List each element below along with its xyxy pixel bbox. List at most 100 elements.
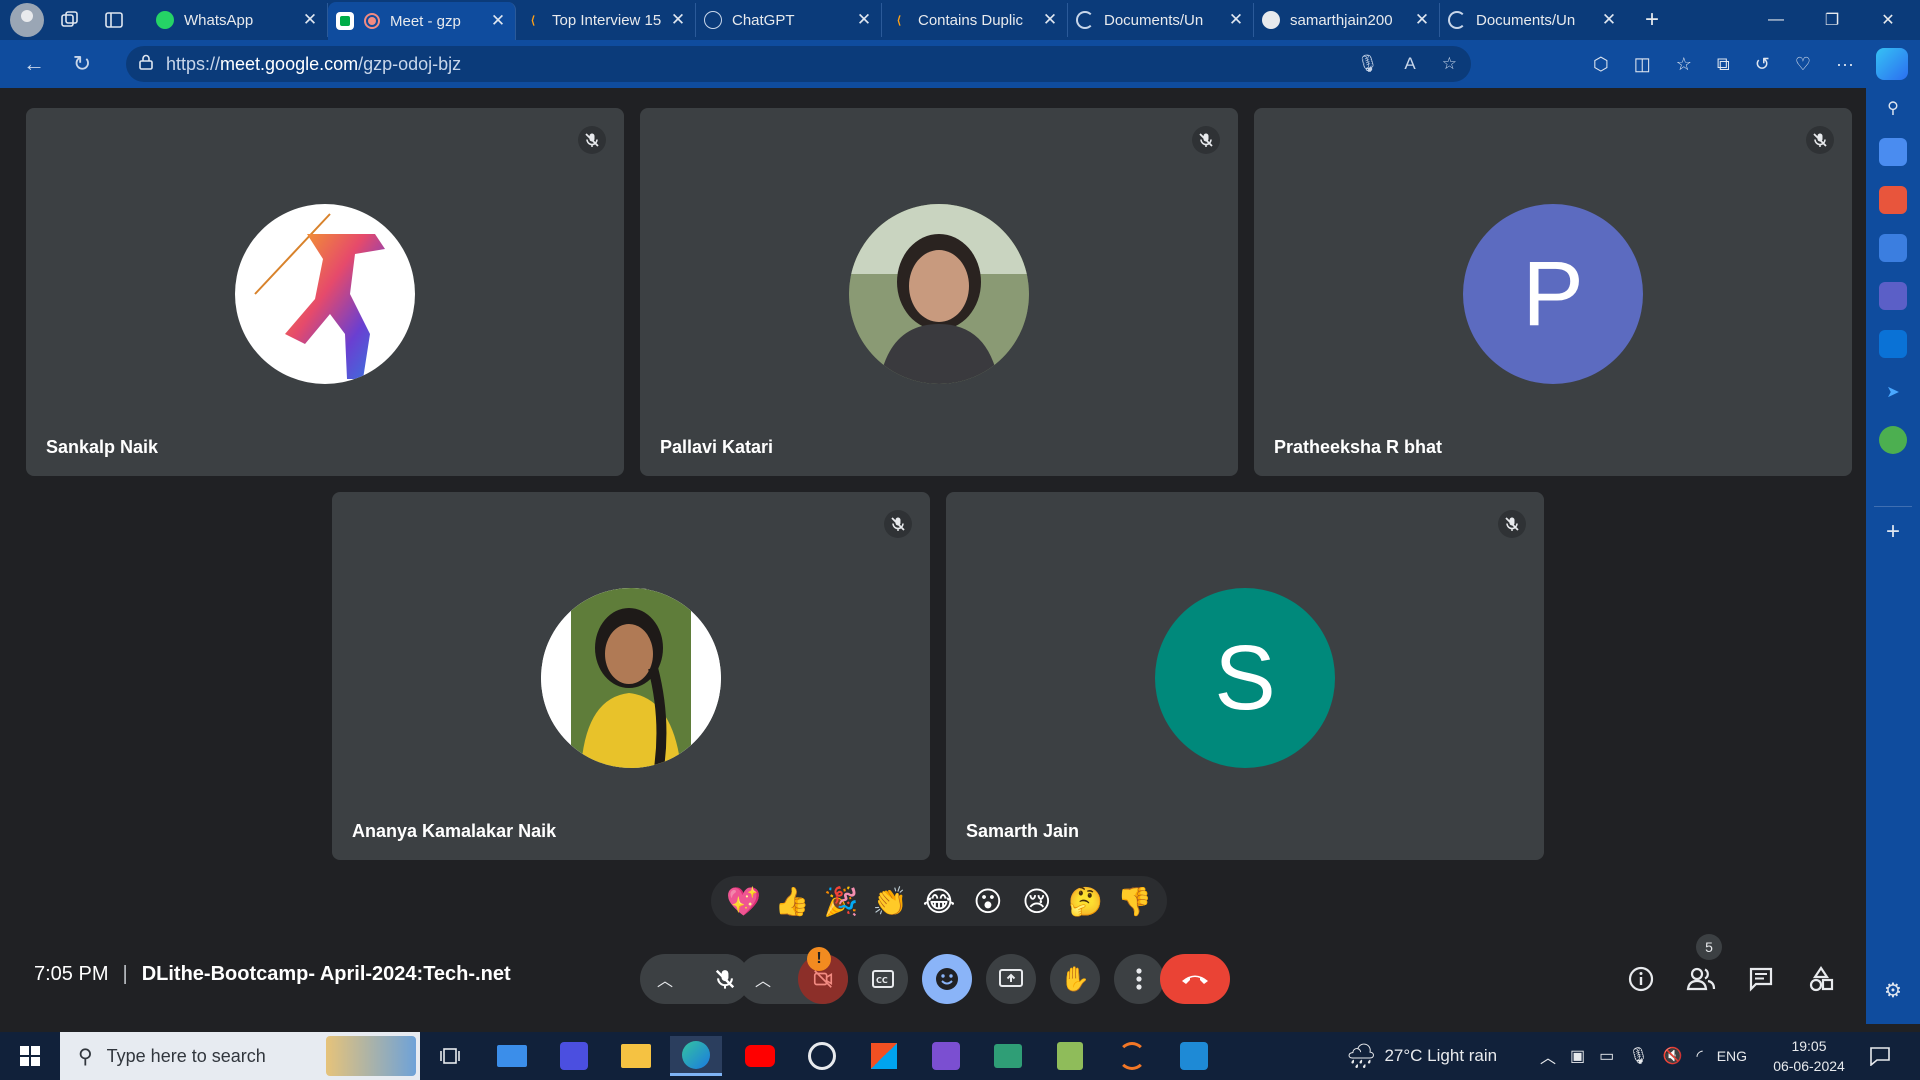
battery-icon[interactable]: ▭ [1599, 1046, 1614, 1066]
participant-tile[interactable]: Sankalp Naik [26, 108, 624, 476]
raise-hand-button[interactable]: ✋ [1050, 954, 1100, 1004]
zoho-app-icon[interactable] [552, 1036, 596, 1076]
refresh-icon[interactable]: ↻ [62, 44, 102, 84]
close-tab-icon[interactable]: ✕ [301, 10, 319, 30]
reaction-heart[interactable]: 💖 [723, 885, 763, 918]
send-reaction-button[interactable] [922, 954, 972, 1004]
close-tab-icon[interactable]: ✕ [489, 11, 507, 31]
microphone-tray-icon[interactable]: 🎙 [1628, 1046, 1648, 1066]
lock-icon[interactable] [126, 54, 166, 75]
captions-button[interactable]: CC [858, 954, 908, 1004]
windows-start-icon[interactable] [0, 1032, 60, 1080]
tools-briefcase-icon[interactable] [1879, 186, 1907, 214]
microsoft-store-icon[interactable] [862, 1036, 906, 1076]
microphone-icon[interactable]: 🎙 [1357, 54, 1379, 74]
taskbar-clock[interactable]: 19:05 06-06-2024 [1764, 1036, 1854, 1076]
collections-icon[interactable]: ⧉ [1717, 54, 1730, 75]
reaction-laugh[interactable]: 😂 [919, 885, 959, 918]
participant-tile[interactable]: Pallavi Katari [640, 108, 1238, 476]
terminal-app-icon[interactable] [986, 1036, 1030, 1076]
split-screen-icon[interactable]: ◫ [1634, 54, 1651, 75]
more-options-button[interactable] [1114, 954, 1164, 1004]
copilot-icon[interactable] [1876, 48, 1908, 80]
new-tab-button[interactable]: + [1634, 6, 1670, 34]
microsoft365-icon[interactable] [1879, 282, 1907, 310]
media-player-icon[interactable] [800, 1036, 844, 1076]
activities-button[interactable] [1796, 954, 1846, 1004]
search-icon[interactable]: ⚲ [1879, 94, 1907, 122]
participant-tile[interactable]: Ananya Kamalakar Naik [332, 492, 930, 860]
more-menu-icon[interactable]: ··· [1836, 54, 1854, 75]
task-view-icon[interactable] [428, 1036, 472, 1076]
language-indicator[interactable]: ENG [1717, 1048, 1747, 1064]
read-aloud-icon[interactable]: A [1404, 54, 1415, 74]
extensions-icon[interactable]: ⬡ [1593, 54, 1609, 75]
tab-documents-1[interactable]: Documents/Un ✕ [1068, 3, 1254, 37]
people-button[interactable] [1676, 954, 1726, 1004]
participant-name: Pratheeksha R bhat [1274, 437, 1443, 457]
meet-now-icon[interactable]: ▣ [1570, 1046, 1585, 1066]
notifications-icon[interactable] [1862, 1032, 1898, 1080]
taskbar-search-box[interactable]: ⚲ Type here to search [60, 1032, 420, 1080]
history-icon[interactable]: ↺ [1755, 54, 1770, 75]
edge-browser-icon[interactable] [670, 1036, 722, 1076]
weather-widget[interactable]: 🌧 27°C Light rain [1346, 1032, 1497, 1080]
reaction-thumbs-down[interactable]: 👎 [1114, 885, 1154, 918]
wifi-icon[interactable]: ◜ [1697, 1046, 1703, 1066]
close-tab-icon[interactable]: ✕ [669, 10, 687, 30]
meeting-details-button[interactable] [1616, 954, 1666, 1004]
present-screen-button[interactable] [986, 954, 1036, 1004]
file-explorer-icon[interactable] [614, 1036, 658, 1076]
workspaces-icon[interactable] [52, 2, 88, 38]
close-tab-icon[interactable]: ✕ [1227, 10, 1245, 30]
restore-button[interactable]: ❐ [1804, 0, 1860, 40]
favorite-star-icon[interactable]: ☆ [1442, 54, 1457, 74]
participant-tile[interactable]: P Pratheeksha R bhat [1254, 108, 1852, 476]
profile-avatar-icon[interactable] [10, 3, 44, 37]
tab-meet[interactable]: Meet - gzp ✕ [328, 2, 516, 40]
tab-documents-2[interactable]: Documents/Un ✕ [1440, 3, 1626, 37]
reaction-surprised[interactable]: 😮 [968, 885, 1008, 918]
vertical-tabs-icon[interactable] [96, 2, 132, 38]
audio-options-chevron-icon[interactable]: ︿ [650, 954, 680, 1004]
reaction-thumbs-up[interactable]: 👍 [772, 885, 812, 918]
tab-top-interview[interactable]: ⟨ Top Interview 15 ✕ [516, 3, 696, 37]
tab-contains-duplicate[interactable]: ⟨ Contains Duplic ✕ [882, 3, 1068, 37]
tab-chatgpt[interactable]: ChatGPT ✕ [696, 3, 882, 37]
browser-essentials-icon[interactable]: ♡ [1795, 54, 1811, 75]
video-options-chevron-icon[interactable]: ︿ [748, 954, 778, 1004]
mail-app-icon[interactable] [490, 1036, 534, 1076]
close-tab-icon[interactable]: ✕ [1413, 10, 1431, 30]
close-tab-icon[interactable]: ✕ [1600, 10, 1618, 30]
shopping-tag-icon[interactable] [1879, 138, 1907, 166]
close-window-button[interactable]: ✕ [1860, 0, 1916, 40]
outlook-icon[interactable] [1879, 330, 1907, 358]
send-icon[interactable]: ➤ [1879, 378, 1907, 406]
show-hidden-icons-chevron[interactable]: ︿ [1540, 1044, 1556, 1068]
volume-muted-icon[interactable]: 🔇 [1663, 1046, 1683, 1066]
settings-gear-icon[interactable]: ⚙ [1879, 976, 1907, 1004]
close-tab-icon[interactable]: ✕ [1041, 10, 1059, 30]
reaction-party[interactable]: 🎉 [821, 885, 861, 918]
favorites-icon[interactable]: ☆ [1676, 54, 1692, 75]
games-icon[interactable] [1879, 234, 1907, 262]
youtube-icon[interactable] [738, 1036, 782, 1076]
tab-github[interactable]: samarthjain200 ✕ [1254, 3, 1440, 37]
back-arrow-icon[interactable]: ← [14, 44, 54, 84]
jupyter-icon[interactable] [1110, 1036, 1154, 1076]
add-icon[interactable]: + [1879, 518, 1907, 546]
visual-studio-icon[interactable] [924, 1036, 968, 1076]
vscode-icon[interactable] [1172, 1036, 1216, 1076]
reaction-sad[interactable]: 😢 [1017, 885, 1057, 918]
close-tab-icon[interactable]: ✕ [855, 10, 873, 30]
leave-call-button[interactable] [1160, 954, 1230, 1004]
notepad-plus-icon[interactable] [1048, 1036, 1092, 1076]
participant-tile[interactable]: S Samarth Jain [946, 492, 1544, 860]
tab-whatsapp[interactable]: WhatsApp ✕ [148, 3, 328, 37]
address-bar[interactable]: https://meet.google.com/gzp-odoj-bjz 🎙 A… [126, 46, 1471, 82]
chat-button[interactable] [1736, 954, 1786, 1004]
tree-icon[interactable] [1879, 426, 1907, 454]
reaction-clap[interactable]: 👏 [870, 885, 910, 918]
minimize-button[interactable]: — [1748, 0, 1804, 40]
reaction-thinking[interactable]: 🤔 [1066, 885, 1106, 918]
